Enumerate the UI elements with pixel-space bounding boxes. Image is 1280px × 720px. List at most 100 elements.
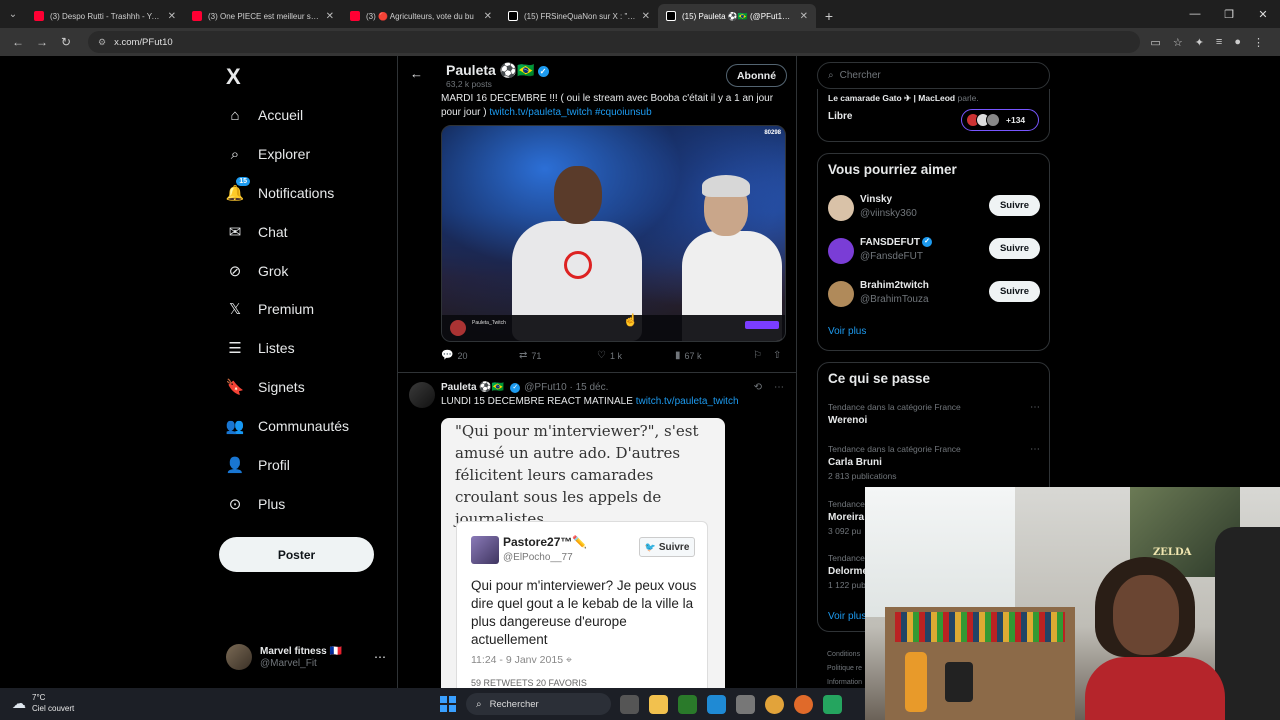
more-icon[interactable]: ⋯ [774, 382, 784, 393]
views-button[interactable]: ▮ 67 k [675, 350, 702, 361]
nav-item-premium[interactable]: 𝕏 Premium [226, 300, 314, 318]
tweet-video-thumbnail[interactable]: 80298 Pauleta_Twitch ☝ [441, 125, 786, 342]
nav-item-home[interactable]: ⌂ Accueil [226, 106, 303, 124]
share-icon: ⇧ [773, 350, 782, 361]
close-icon[interactable]: ✕ [168, 11, 176, 22]
grok-icon[interactable]: ⟲ [754, 382, 762, 393]
forward-icon[interactable]: → [30, 35, 54, 49]
tweet-link[interactable]: twitch.tv/pauleta_twitch [489, 107, 592, 118]
tweet-hashtag[interactable]: #cquoiunsub [595, 107, 652, 118]
reload-icon[interactable]: ↻ [54, 35, 78, 49]
edge-icon[interactable] [707, 695, 726, 714]
more-icon[interactable]: ⋯ [1030, 402, 1040, 413]
tweet-author-handle[interactable]: @PFut10 [524, 382, 566, 393]
account-text: Marvel fitness 🇫🇷 @Marvel_Fit [260, 646, 342, 669]
post-button[interactable]: Poster [219, 537, 374, 572]
space-listeners: +134 [961, 109, 1039, 131]
extensions-icon[interactable]: ✦ [1195, 36, 1204, 49]
store-icon[interactable] [736, 695, 755, 714]
site-info-icon[interactable]: ⚙ [98, 37, 106, 48]
search-input[interactable]: ⌕ Chercher [817, 62, 1050, 89]
browser-tab-3[interactable]: (3) 🔴 Agriculteurs, vote du bu ✕ [342, 4, 500, 28]
footer-link[interactable]: Conditions [827, 648, 862, 662]
windows-start-icon[interactable] [440, 696, 456, 712]
nav-item-explore[interactable]: ⌕ Explorer [226, 145, 310, 163]
close-icon[interactable]: ✕ [800, 11, 808, 22]
nav-item-communities[interactable]: 👥 Communautés [226, 417, 349, 435]
nav-item-bookmarks[interactable]: 🔖 Signets [226, 378, 305, 396]
app-icon[interactable] [823, 695, 842, 714]
logo-square [440, 696, 447, 703]
maximize-icon[interactable]: ❐ [1212, 0, 1246, 28]
tweet-link[interactable]: twitch.tv/pauleta_twitch [636, 396, 739, 407]
more-icon[interactable]: ⋯ [1030, 444, 1040, 455]
close-window-icon[interactable]: ✕ [1246, 0, 1280, 28]
mouse-cursor-icon: ☝ [623, 313, 638, 327]
close-icon[interactable]: ✕ [642, 11, 650, 22]
reply-button[interactable]: 💬 20 [441, 350, 467, 361]
see-more-link[interactable]: Voir plus [828, 326, 866, 337]
new-tab-button[interactable]: + [816, 4, 842, 28]
firefox-icon[interactable] [794, 695, 813, 714]
nav-item-notifications[interactable]: 🔔 15 Notifications [226, 177, 334, 202]
tab-title: (15) FRSineQuaNon sur X : "@T [524, 11, 636, 21]
back-icon[interactable]: ← [6, 35, 30, 49]
browser-tab-4[interactable]: (15) FRSineQuaNon sur X : "@T ✕ [500, 4, 658, 28]
install-icon[interactable]: ▭ [1150, 36, 1160, 49]
task-view-icon[interactable] [620, 695, 639, 714]
live-space-card[interactable]: Le camarade Gato ✈ | MacLeod parle. Libr… [817, 89, 1050, 142]
share-button[interactable]: ⇧ [773, 350, 785, 361]
bell-icon: 🔔 15 [226, 177, 250, 202]
bookmark-star-icon[interactable]: ☆ [1173, 36, 1183, 49]
trend-item[interactable]: Tendance dans la catégorie France Wereno… [828, 402, 1040, 426]
nav-item-chat[interactable]: ✉ Chat [226, 223, 288, 241]
nav-item-grok[interactable]: ⊘ Grok [226, 262, 289, 280]
nav-item-more[interactable]: ⊙ Plus [226, 495, 286, 513]
follow-button[interactable]: Suivre [989, 281, 1040, 302]
more-icon[interactable]: ⋯ [374, 650, 386, 664]
weather-widget[interactable]: ☁ 7°C Ciel couvert [12, 692, 74, 714]
bookmark-button[interactable]: ⚐ [753, 350, 766, 361]
taskbar-search[interactable]: ⌕ Rechercher [466, 693, 611, 715]
close-icon[interactable]: ✕ [326, 11, 334, 22]
account-name: Marvel fitness 🇫🇷 [260, 645, 342, 657]
following-button[interactable]: Abonné [726, 64, 787, 87]
tab-search-icon[interactable]: ⌄ [0, 0, 26, 28]
like-button[interactable]: ♡ 1 k [597, 350, 622, 361]
follow-button[interactable]: Suivre [989, 195, 1040, 216]
file-explorer-icon[interactable] [649, 695, 668, 714]
account-switcher[interactable]: Marvel fitness 🇫🇷 @Marvel_Fit ⋯ [226, 644, 386, 670]
tweet-image[interactable]: "Qui pour m'interviewer?", s'est amusé u… [441, 418, 725, 688]
nav-item-lists[interactable]: ☰ Listes [226, 339, 295, 357]
see-more-link[interactable]: Voir plus [828, 611, 866, 622]
minimize-icon[interactable]: — [1178, 0, 1212, 28]
nvidia-icon[interactable] [678, 695, 697, 714]
nav-label: Premium [258, 301, 315, 317]
back-arrow-icon[interactable]: ← [410, 66, 423, 81]
mail-icon: ✉ [228, 224, 242, 241]
footer-link[interactable]: Politique re [827, 662, 862, 676]
follow-button[interactable]: Suivre [989, 238, 1040, 259]
x-logo[interactable]: X [226, 64, 241, 90]
url-field[interactable]: ⚙ x.com/PFut10 [88, 31, 1141, 53]
close-icon[interactable]: ✕ [484, 11, 492, 22]
repost-button[interactable]: ⇄ 71 [519, 350, 541, 361]
nav-item-profile[interactable]: 👤 Profil [226, 456, 290, 474]
suggestion-item[interactable]: Vinsky @viinsky360 Suivre [828, 193, 1040, 223]
avatar[interactable] [409, 382, 435, 408]
media-icon[interactable]: ≡ [1216, 36, 1222, 49]
nav-label: Listes [258, 340, 295, 356]
tweet-date[interactable]: 15 déc. [576, 382, 609, 393]
suggestion-item[interactable]: FANSDEFUT ✓ @FansdeFUT Suivre [828, 236, 1040, 266]
trend-item[interactable]: Tendance dans la catégorie France Carla … [828, 444, 1040, 481]
article-quote: "Qui pour m'interviewer?", s'est amusé u… [455, 422, 699, 528]
tweet-author-name[interactable]: Pauleta ⚽🇧🇷 [441, 382, 504, 393]
browser-tab-1[interactable]: (3) Despo Rutti - Trashhh - YouT ✕ [26, 4, 184, 28]
browser-tab-5[interactable]: (15) Pauleta ⚽🇧🇷 (@PFut10) / X ✕ [658, 4, 816, 28]
browser-tab-2[interactable]: (3) One PIECE est meilleur sans ✕ [184, 4, 342, 28]
footer-link[interactable]: Information [827, 676, 862, 688]
suggestion-item[interactable]: Brahim2twitch @BrahimTouza Suivre [828, 279, 1040, 309]
profile-icon[interactable]: ● [1234, 36, 1241, 49]
browser-menu-icon[interactable]: ⋮ [1253, 36, 1264, 49]
chrome-icon[interactable] [765, 695, 784, 714]
